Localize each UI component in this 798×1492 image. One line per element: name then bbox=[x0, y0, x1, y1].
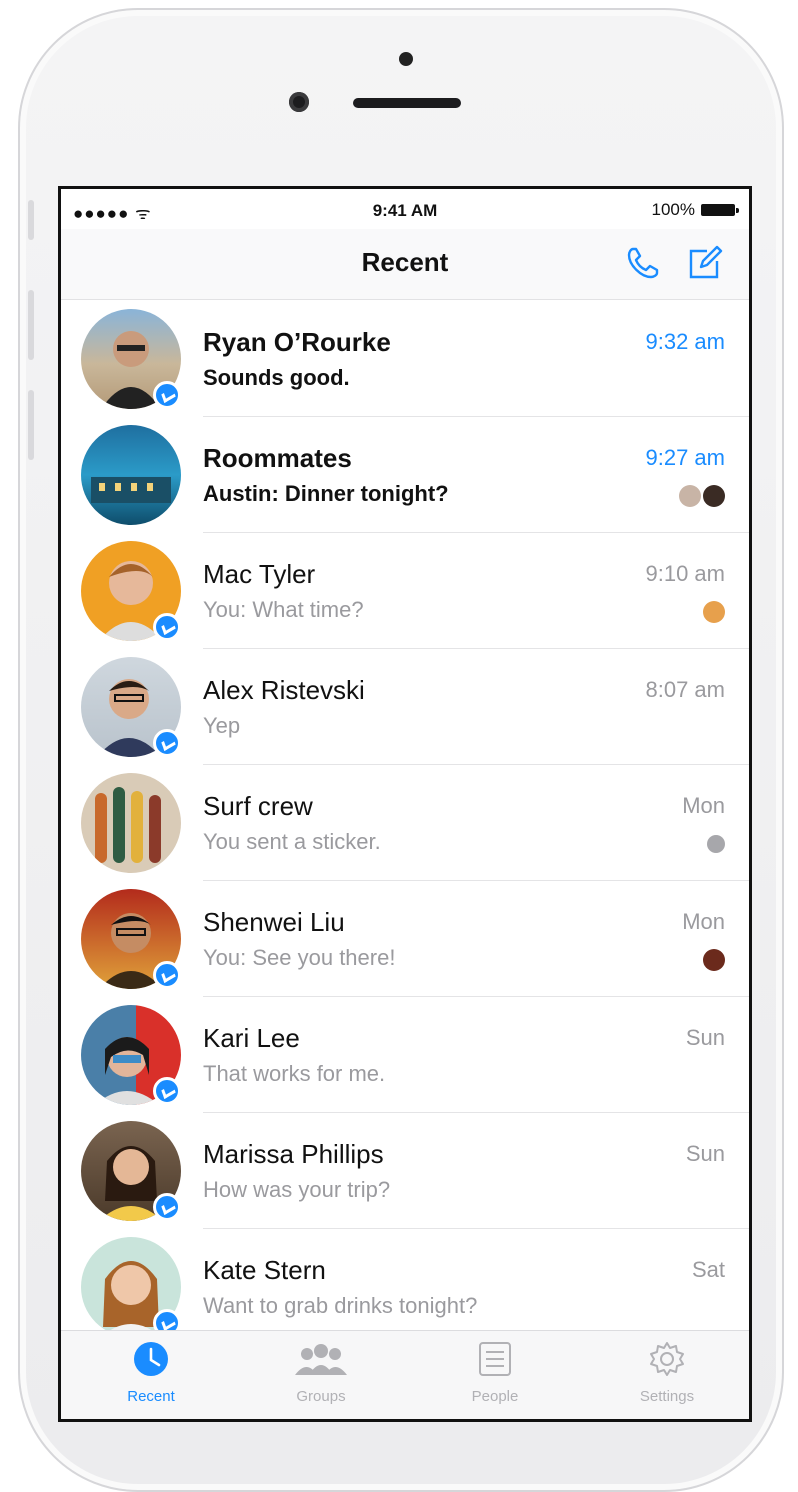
seen-by-avatars bbox=[703, 601, 725, 623]
message-preview: You sent a sticker. bbox=[203, 829, 381, 854]
group-photo bbox=[95, 787, 161, 863]
contact-name: Mac Tyler bbox=[203, 559, 316, 589]
seen-avatar bbox=[679, 485, 701, 507]
message-preview: How was your trip? bbox=[203, 1177, 391, 1202]
mute-switch bbox=[28, 200, 34, 240]
battery-indicator: 100% bbox=[652, 200, 739, 220]
sent-status bbox=[707, 833, 725, 853]
list-icon bbox=[479, 1342, 511, 1376]
conversation-row[interactable]: Kari Lee That works for me. Sun bbox=[61, 997, 749, 1113]
message-time: Sun bbox=[685, 1141, 725, 1166]
message-time: Sat bbox=[691, 1257, 725, 1282]
tab-settings[interactable]: Settings bbox=[617, 1341, 717, 1405]
conversation-row[interactable]: Ryan O’Rourke Sounds good. 9:32 am bbox=[61, 301, 749, 417]
groups-icon bbox=[295, 1344, 347, 1375]
group-name: Roommates bbox=[203, 443, 352, 473]
message-preview: You: What time? bbox=[203, 597, 364, 622]
message-preview: Want to grab drinks tonight? bbox=[203, 1293, 478, 1318]
messenger-badge-icon bbox=[153, 961, 181, 989]
seen-avatar bbox=[703, 485, 725, 507]
seen-by-avatars bbox=[703, 949, 725, 971]
group-name: Surf crew bbox=[203, 791, 313, 821]
conversation-row[interactable]: Mac Tyler You: What time? 9:10 am bbox=[61, 533, 749, 649]
conversation-row[interactable]: Alex Ristevski Yep 8:07 am bbox=[61, 649, 749, 765]
tab-recent[interactable]: Recent bbox=[101, 1341, 201, 1405]
compose-icon[interactable] bbox=[685, 243, 725, 283]
group-photo bbox=[91, 477, 171, 503]
conversation-row[interactable]: Shenwei Liu You: See you there! Mon bbox=[61, 881, 749, 997]
screen: ●●●●● ᯤ 9:41 AM 100% Recent Ryan O’Rourk… bbox=[58, 186, 752, 1422]
front-camera bbox=[289, 92, 309, 112]
tab-groups[interactable]: Groups bbox=[271, 1341, 371, 1405]
status-bar: ●●●●● ᯤ 9:41 AM 100% bbox=[61, 189, 749, 231]
message-time: 9:10 am bbox=[645, 561, 726, 586]
navigation-bar: Recent bbox=[61, 229, 749, 300]
message-preview: Austin: Dinner tonight? bbox=[203, 481, 449, 506]
messenger-badge-icon bbox=[153, 1077, 181, 1105]
message-time: Mon bbox=[682, 793, 725, 818]
messenger-badge-icon bbox=[153, 1193, 181, 1221]
tab-bar: Recent Groups People Settings bbox=[61, 1330, 749, 1419]
volume-down-button bbox=[28, 390, 34, 460]
battery-icon bbox=[701, 204, 739, 216]
tab-people[interactable]: People bbox=[445, 1341, 545, 1405]
conversation-row[interactable]: Marissa Phillips How was your trip? Sun bbox=[61, 1113, 749, 1229]
message-time: Sun bbox=[685, 1025, 725, 1050]
contact-name: Shenwei Liu bbox=[203, 907, 345, 937]
seen-avatar bbox=[703, 949, 725, 971]
avatar bbox=[81, 425, 181, 525]
messenger-badge-icon bbox=[153, 729, 181, 757]
message-time: 9:32 am bbox=[645, 329, 726, 354]
seen-avatar bbox=[703, 601, 725, 623]
proximity-sensor bbox=[399, 52, 413, 66]
contact-name: Kari Lee bbox=[203, 1023, 300, 1053]
contact-name: Kate Stern bbox=[203, 1255, 326, 1285]
gear-icon bbox=[650, 1342, 684, 1376]
contact-name: Alex Ristevski bbox=[203, 675, 365, 705]
earpiece-speaker bbox=[353, 98, 461, 108]
phone-call-icon[interactable] bbox=[623, 243, 663, 283]
volume-up-button bbox=[28, 290, 34, 360]
conversation-row[interactable]: Surf crew You sent a sticker. Mon bbox=[61, 765, 749, 881]
clock-icon bbox=[134, 1342, 168, 1376]
contact-name: Ryan O’Rourke bbox=[203, 327, 391, 357]
conversation-row[interactable]: Roommates Austin: Dinner tonight? 9:27 a… bbox=[61, 417, 749, 533]
message-time: 8:07 am bbox=[645, 677, 726, 702]
conversation-row[interactable]: Kate Stern Want to grab drinks tonight? … bbox=[61, 1229, 749, 1345]
message-preview: That works for me. bbox=[203, 1061, 386, 1086]
message-preview: Sounds good. bbox=[203, 365, 350, 390]
message-preview: You: See you there! bbox=[203, 945, 396, 970]
message-time: Mon bbox=[682, 909, 725, 934]
messenger-badge-icon bbox=[153, 381, 181, 409]
delivered-check-icon bbox=[707, 835, 725, 853]
message-preview: Yep bbox=[203, 713, 241, 738]
message-time: 9:27 am bbox=[645, 445, 726, 470]
messenger-badge-icon bbox=[153, 613, 181, 641]
avatar bbox=[81, 773, 181, 873]
conversation-list: Ryan O’Rourke Sounds good. 9:32 am Roomm… bbox=[61, 301, 749, 1345]
seen-by-avatars bbox=[679, 485, 725, 507]
status-time: 9:41 AM bbox=[372, 201, 438, 220]
contact-name: Marissa Phillips bbox=[203, 1139, 384, 1169]
